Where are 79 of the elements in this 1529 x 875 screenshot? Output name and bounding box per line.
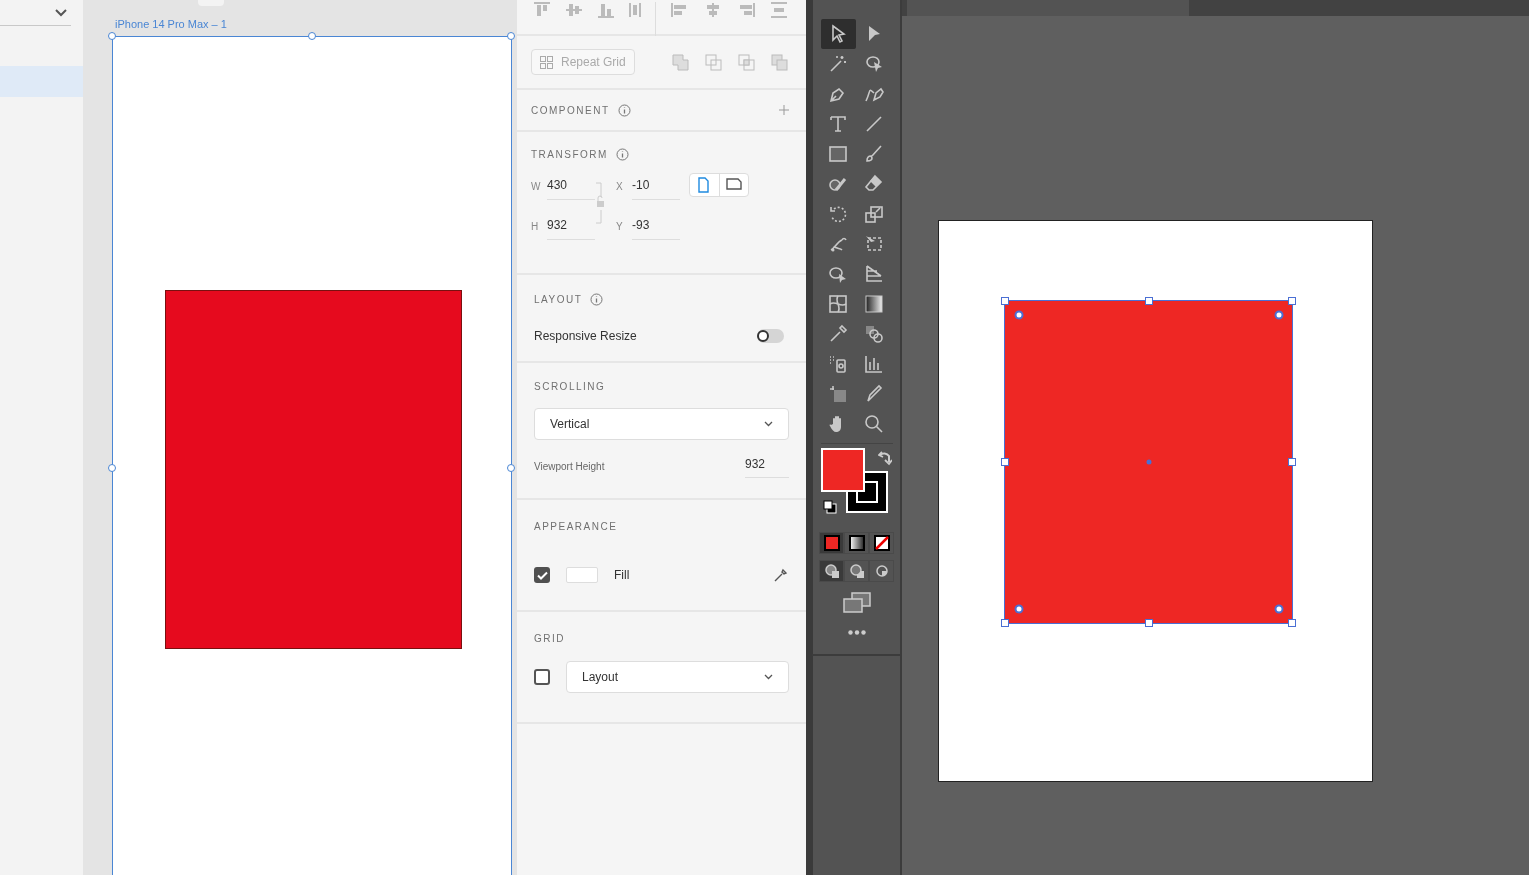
shape-builder-icon [828, 264, 848, 284]
section-title: TRANSFORM [531, 148, 608, 162]
type-icon [828, 114, 848, 134]
fill-checkbox[interactable] [534, 567, 550, 583]
rotate-icon [828, 204, 848, 224]
scrolling-dropdown[interactable]: Vertical [534, 408, 789, 440]
rectangle-icon [828, 144, 848, 164]
scale-icon [864, 204, 884, 224]
viewport-height-label: Viewport Height [534, 460, 605, 474]
info-icon[interactable] [617, 103, 631, 117]
viewport-height-field[interactable]: 932 [745, 455, 789, 478]
symbol-sprayer-icon [828, 354, 848, 374]
responsive-resize-toggle[interactable] [757, 329, 784, 343]
resize-handle[interactable] [108, 32, 116, 40]
fill-swatch[interactable] [566, 567, 598, 583]
field-label: W [531, 180, 540, 194]
gradient-fill-icon [847, 534, 866, 552]
responsive-resize-label: Responsive Resize [534, 328, 637, 345]
resize-handle[interactable] [507, 464, 515, 472]
none-fill-icon [872, 534, 891, 552]
draw-normal-icon [823, 563, 840, 579]
transform-field[interactable]: 430 [547, 176, 595, 200]
info-icon[interactable] [615, 148, 629, 161]
line-icon [864, 114, 884, 134]
grid-icon [540, 55, 553, 69]
draw-normal-button[interactable] [819, 560, 844, 582]
eraser-icon [864, 174, 884, 194]
eyedropper-icon[interactable] [773, 567, 788, 583]
lasso-icon [864, 54, 884, 74]
chevron-down-icon [764, 674, 773, 680]
screen-mode-icon[interactable] [841, 592, 872, 614]
grid-checkbox[interactable] [534, 669, 550, 685]
color-fill-icon [822, 534, 841, 552]
graph-icon [864, 354, 884, 374]
paintbrush-icon [864, 144, 884, 164]
draw-inside-button[interactable] [869, 560, 894, 582]
resize-handle[interactable] [108, 464, 116, 472]
add-icon[interactable] [779, 105, 789, 115]
grid-type-dropdown[interactable]: Layout [566, 661, 789, 693]
fill-stroke-swatches[interactable] [820, 448, 889, 514]
eyedropper-icon [828, 324, 848, 344]
none-mode-button[interactable] [869, 532, 894, 554]
more-icon[interactable] [847, 630, 866, 635]
resize-handle[interactable] [308, 32, 316, 40]
transform-field[interactable]: -93 [632, 216, 680, 240]
section-title: SCROLLING [534, 380, 607, 394]
landscape-page-icon [726, 177, 742, 193]
default-colors-icon[interactable] [822, 500, 837, 514]
magic-wand-icon [828, 54, 848, 74]
section-title: GRID [534, 632, 566, 646]
section-title: COMPONENT [531, 103, 610, 118]
fill-label: Fill [614, 567, 630, 584]
zoom-icon [864, 414, 884, 434]
gradient-mode-button[interactable] [844, 532, 869, 554]
swap-arrow-icon[interactable] [877, 450, 892, 466]
resize-handle[interactable] [507, 32, 515, 40]
field-label: H [531, 220, 540, 234]
blend-icon [864, 324, 884, 344]
field-label: X [616, 180, 624, 194]
color-mode-button[interactable] [819, 532, 844, 554]
draw-behind-icon [848, 563, 865, 579]
artboard[interactable] [112, 36, 512, 875]
section-title: APPEARANCE [534, 520, 619, 534]
transform-field[interactable]: 932 [547, 216, 595, 240]
field-label: Y [616, 220, 624, 234]
selection-tool-button[interactable] [820, 19, 856, 49]
gradient-icon [864, 294, 884, 314]
free-transform-icon [864, 234, 884, 254]
transform-field[interactable]: -10 [632, 176, 680, 200]
info-icon[interactable] [590, 293, 604, 306]
chevron-down-icon[interactable] [55, 8, 67, 17]
perspective-grid-icon [864, 264, 884, 284]
draw-inside-icon [873, 563, 890, 579]
artboard-icon [828, 384, 848, 404]
chevron-down-icon [764, 421, 773, 427]
mesh-icon [828, 294, 848, 314]
section-title: LAYOUT [534, 293, 583, 307]
slice-icon [864, 384, 884, 404]
draw-behind-button[interactable] [844, 560, 869, 582]
